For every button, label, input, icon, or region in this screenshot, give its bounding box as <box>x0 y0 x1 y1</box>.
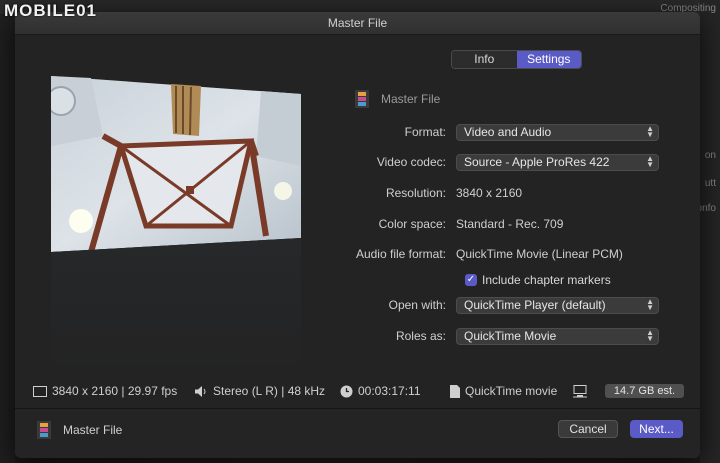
size-estimate-badge: 14.7 GB est. <box>605 384 684 398</box>
updown-chevron-icon: ▲ ▼ <box>646 296 654 312</box>
footer-file-info: Master File <box>37 421 122 439</box>
background-left-panel <box>0 14 15 463</box>
duration-info: 00:03:17:11 <box>340 384 421 398</box>
status-bar: 3840 x 2160 | 29.97 fps Stereo (L R) | 4… <box>15 378 700 404</box>
video-info-text: 3840 x 2160 | 29.97 fps <box>52 384 178 398</box>
roles-as-row: Roles as: QuickTime Movie ▲ ▼ <box>315 325 675 347</box>
file-header: Master File <box>355 90 440 108</box>
color-space-label: Color space: <box>378 217 446 231</box>
video-codec-select[interactable]: Source - Apple ProRes 422 ▲ ▼ <box>456 153 659 171</box>
resolution-row: Resolution: 3840 x 2160 <box>315 182 675 204</box>
open-with-row: Open with: QuickTime Player (default) ▲ ▼ <box>315 294 675 316</box>
roles-as-value: QuickTime Movie <box>464 328 557 343</box>
audio-format-label: Audio file format: <box>355 247 446 261</box>
background-right-panel <box>700 0 720 463</box>
tab-settings[interactable]: Settings <box>516 51 581 68</box>
computer-icon <box>573 385 587 398</box>
video-codec-row: Video codec: Source - Apple ProRes 422 ▲… <box>315 151 675 173</box>
film-icon <box>355 90 369 108</box>
chapter-markers-checkbox[interactable]: ✓ <box>465 274 477 286</box>
open-with-value: QuickTime Player (default) <box>464 297 606 312</box>
footer-file-label: Master File <box>63 423 123 437</box>
cancel-button[interactable]: Cancel <box>558 420 618 438</box>
tab-info[interactable]: Info <box>452 51 517 68</box>
background-label-utt: utt <box>704 178 716 189</box>
roles-as-select[interactable]: QuickTime Movie ▲ ▼ <box>456 327 659 345</box>
next-button[interactable]: Next... <box>630 420 683 438</box>
resolution-label: Resolution: <box>385 186 446 200</box>
chapter-markers-option[interactable]: ✓ Include chapter markers <box>465 273 611 287</box>
video-codec-value: Source - Apple ProRes 422 <box>464 154 610 169</box>
format-value: Video and Audio <box>464 124 552 139</box>
dialog-footer: Master File Cancel Next... <box>15 409 700 458</box>
updown-chevron-icon: ▲ ▼ <box>646 327 654 343</box>
audio-format-row: Audio file format: QuickTime Movie (Line… <box>315 243 675 265</box>
file-type-text: QuickTime movie <box>465 384 558 398</box>
video-frame-icon <box>33 385 47 397</box>
format-label: Format: <box>404 125 446 139</box>
file-type-info: QuickTime movie <box>450 384 557 398</box>
dialog-title: Master File <box>15 12 700 35</box>
file-header-label: Master File <box>381 92 441 106</box>
document-icon <box>450 384 460 398</box>
resolution-value: 3840 x 2160 <box>456 186 523 200</box>
video-codec-label: Video codec: <box>376 155 446 169</box>
chapter-markers-label: Include chapter markers <box>482 273 611 287</box>
open-with-label: Open with: <box>388 298 446 312</box>
roles-as-label: Roles as: <box>395 329 446 343</box>
film-icon <box>37 421 51 439</box>
speaker-icon <box>195 385 206 397</box>
mobile01-watermark-logo: MOBILE01 <box>4 1 98 20</box>
clock-icon <box>340 385 353 397</box>
updown-chevron-icon: ▲ ▼ <box>646 123 654 139</box>
audio-info: Stereo (L R) | 48 kHz <box>195 384 325 398</box>
color-space-row: Color space: Standard - Rec. 709 <box>315 213 675 235</box>
master-file-dialog: Master File Info Settings Master File Fo… <box>15 12 700 458</box>
format-row: Format: Video and Audio ▲ ▼ <box>315 121 675 143</box>
duration-text: 00:03:17:11 <box>358 384 421 398</box>
video-info: 3840 x 2160 | 29.97 fps <box>33 384 177 398</box>
updown-chevron-icon: ▲ ▼ <box>646 153 654 169</box>
audio-info-text: Stereo (L R) | 48 kHz <box>213 384 326 398</box>
format-select[interactable]: Video and Audio ▲ ▼ <box>456 123 659 141</box>
tab-control: Info Settings <box>451 50 582 69</box>
background-label-on: on <box>704 150 716 161</box>
open-with-select[interactable]: QuickTime Player (default) ▲ ▼ <box>456 296 659 314</box>
color-space-value: Standard - Rec. 709 <box>456 217 564 231</box>
video-preview-thumbnail <box>51 76 301 374</box>
audio-format-value: QuickTime Movie (Linear PCM) <box>456 247 623 261</box>
